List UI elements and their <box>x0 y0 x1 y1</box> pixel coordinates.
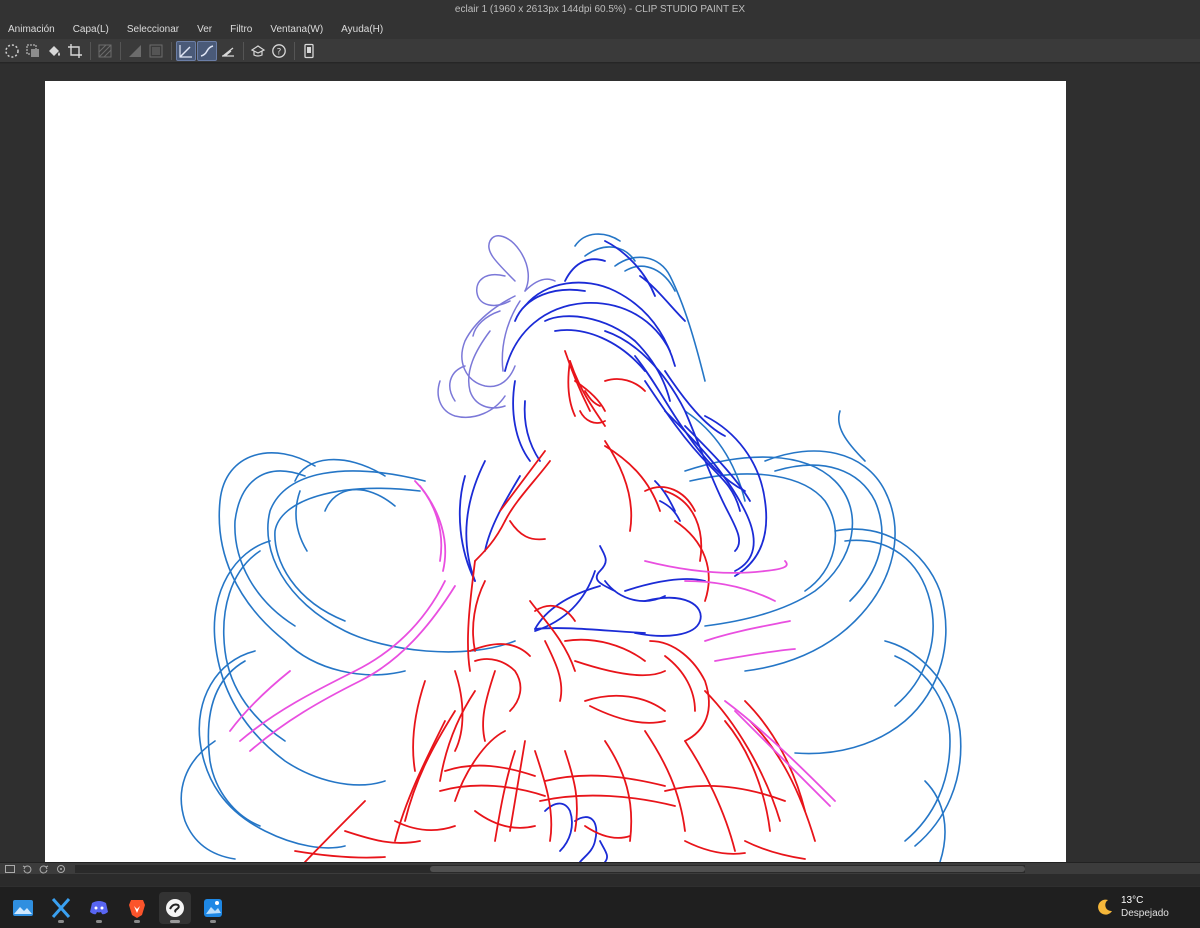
curve-snap-button[interactable] <box>197 40 217 61</box>
layer-mask-icon <box>149 44 163 57</box>
navigator-icon[interactable] <box>4 864 15 874</box>
sketch-artwork <box>180 233 962 862</box>
window-title: eclair 1 (1960 x 2613px 144dpi 60.5%) - … <box>454 4 746 15</box>
crop-icon <box>68 43 82 58</box>
perspective-ruler-button[interactable] <box>218 41 238 61</box>
scrollbar-thumb[interactable] <box>430 866 1025 872</box>
menu-ventana[interactable]: Ventana(W) <box>261 20 332 39</box>
taskbar-gallery-button[interactable] <box>197 892 229 924</box>
brave-browser-icon <box>129 900 145 918</box>
weather-temperature: 13°C <box>1121 895 1144 906</box>
moon-icon <box>1098 899 1112 915</box>
help-button[interactable]: ? <box>269 41 289 61</box>
toolbar-separator <box>294 41 295 60</box>
taskbar-clip-studio-button[interactable] <box>159 892 191 924</box>
toolbar-separator <box>120 41 121 60</box>
horizontal-scrollbar[interactable] <box>75 865 1025 873</box>
running-indicator <box>170 920 180 923</box>
command-toolbar: ? <box>0 39 1200 63</box>
status-bar <box>0 862 1200 874</box>
svg-text:?: ? <box>277 47 282 57</box>
menu-ver[interactable]: Ver <box>188 20 221 39</box>
ruler-snap-button[interactable] <box>176 40 196 61</box>
perspective-ruler-icon <box>222 46 234 57</box>
taskbar-photos-button[interactable] <box>7 892 39 924</box>
photos-app-icon <box>13 900 33 916</box>
fill-bucket-button[interactable] <box>44 41 64 61</box>
hatch-off-button[interactable] <box>95 41 115 61</box>
ruler-snap-icon <box>179 44 192 58</box>
rotate-right-icon[interactable] <box>38 864 49 874</box>
discord-app-icon <box>90 901 108 915</box>
device-button[interactable] <box>299 41 319 61</box>
running-indicator <box>96 920 102 923</box>
curve-snap-icon <box>200 44 214 57</box>
taskbar-brave-button[interactable] <box>121 892 153 924</box>
drawing-canvas[interactable] <box>45 81 1066 862</box>
gallery-app-icon <box>204 899 222 917</box>
title-bar: eclair 1 (1960 x 2613px 144dpi 60.5%) - … <box>0 0 1200 20</box>
reset-rotation-icon[interactable] <box>55 864 66 874</box>
panel-gap <box>0 874 1200 886</box>
clip-studio-paint-icon <box>166 899 184 917</box>
layer-ref-button[interactable] <box>125 41 145 61</box>
select-invert-button[interactable] <box>23 41 43 61</box>
menu-bar: Animación Capa(L) Seleccionar Ver Filtro… <box>0 20 1200 39</box>
menu-seleccionar[interactable]: Seleccionar <box>118 20 188 39</box>
3d-model-icon <box>250 44 266 57</box>
layer-mask-button[interactable] <box>146 41 166 61</box>
running-indicator <box>134 920 140 923</box>
help-icon: ? <box>272 43 286 58</box>
device-icon <box>304 43 314 58</box>
crop-button[interactable] <box>65 41 85 61</box>
rotate-left-icon[interactable] <box>21 864 32 874</box>
toolbar-separator <box>90 41 91 60</box>
running-indicator <box>58 920 64 923</box>
taskbar-x-app-button[interactable] <box>45 892 77 924</box>
menu-animacion[interactable]: Animación <box>0 20 64 39</box>
weather-widget[interactable]: 13°C Despejado <box>1095 894 1169 920</box>
transform-dotted-button[interactable] <box>2 41 22 61</box>
fill-bucket-icon <box>49 45 60 56</box>
select-invert-icon <box>26 44 39 57</box>
toolbar-separator <box>243 41 244 60</box>
menu-ayuda[interactable]: Ayuda(H) <box>332 20 392 39</box>
menu-filtro[interactable]: Filtro <box>221 20 261 39</box>
canvas-workspace[interactable] <box>0 64 1200 862</box>
taskbar-discord-button[interactable] <box>83 892 115 924</box>
weather-condition: Despejado <box>1121 908 1169 919</box>
xcode-x-app-icon <box>51 898 71 918</box>
transform-dotted-icon <box>5 43 19 58</box>
3d-model-button[interactable] <box>248 41 268 61</box>
layer-ref-icon <box>129 44 141 57</box>
hatch-off-icon <box>98 44 112 57</box>
running-indicator <box>210 920 216 923</box>
taskbar: 13°C Despejado <box>0 886 1200 928</box>
menu-capa[interactable]: Capa(L) <box>64 20 118 39</box>
toolbar-separator <box>171 41 172 60</box>
